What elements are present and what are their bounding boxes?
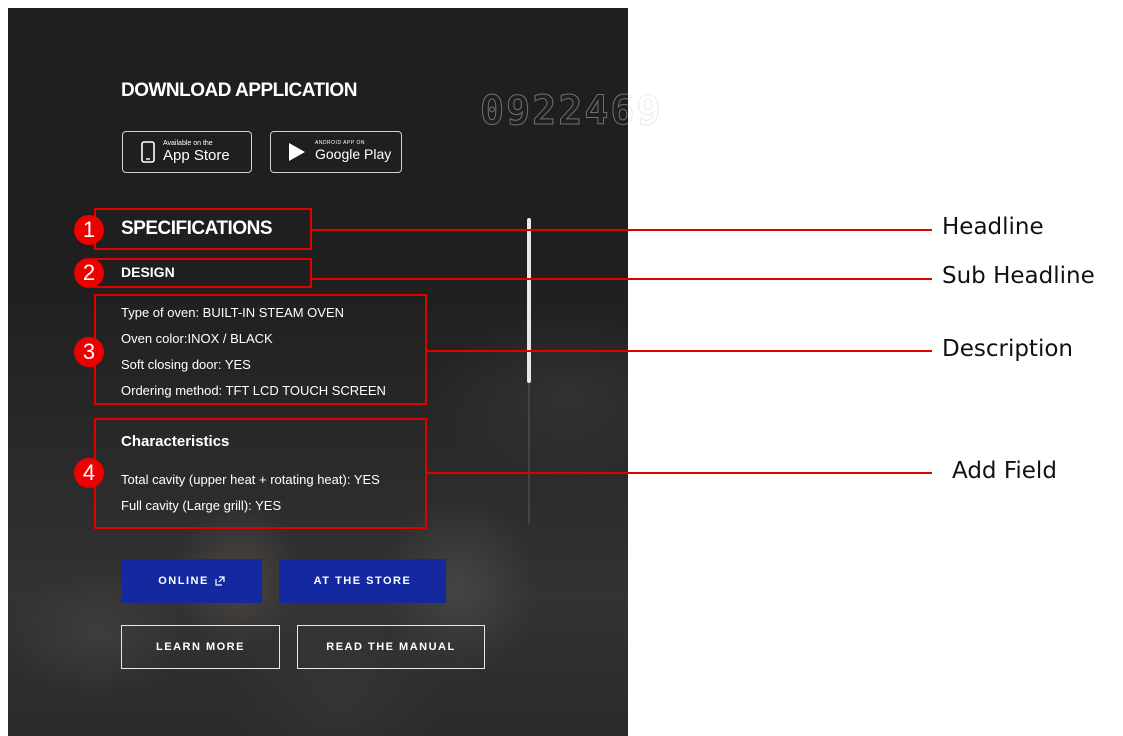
annotation-leader-line [312,278,932,280]
subheadline-highlight-box [94,258,312,288]
phone-icon [141,141,155,163]
annotation-label-headline: Headline [942,214,1044,240]
download-title: DOWNLOAD APPLICATION [121,80,357,101]
annotation-badge-3: 3 [74,337,104,367]
annotation-leader-line [427,350,932,352]
add-field-highlight-box [94,418,427,529]
play-triangle-icon [289,143,305,161]
online-label: ONLINE [158,575,209,587]
external-link-icon [215,576,225,586]
buy-online-button[interactable]: ONLINE [121,559,262,603]
google-play-label: Google Play [315,146,392,162]
headline-highlight-box [94,208,312,250]
at-the-store-button[interactable]: AT THE STORE [279,559,446,603]
read-manual-button[interactable]: READ THE MANUAL [297,625,485,669]
description-highlight-box [94,294,427,405]
annotation-leader-line [427,472,932,474]
learn-more-button[interactable]: LEARN MORE [121,625,280,669]
watermark-number: 0922469 [480,88,663,135]
annotation-badge-2: 2 [74,258,104,288]
app-store-label: App Store [163,147,230,164]
annotation-label-add-field: Add Field [952,458,1057,484]
scrollbar-thumb[interactable] [527,218,531,383]
annotation-badge-1: 1 [74,215,104,245]
app-store-button[interactable]: Available on the App Store [122,131,252,173]
annotation-leader-line [312,229,932,231]
annotation-label-subheadline: Sub Headline [942,263,1095,289]
annotation-label-description: Description [942,336,1073,362]
annotation-badge-4: 4 [74,458,104,488]
google-play-button[interactable]: ANDROID APP ON Google Play [270,131,402,173]
